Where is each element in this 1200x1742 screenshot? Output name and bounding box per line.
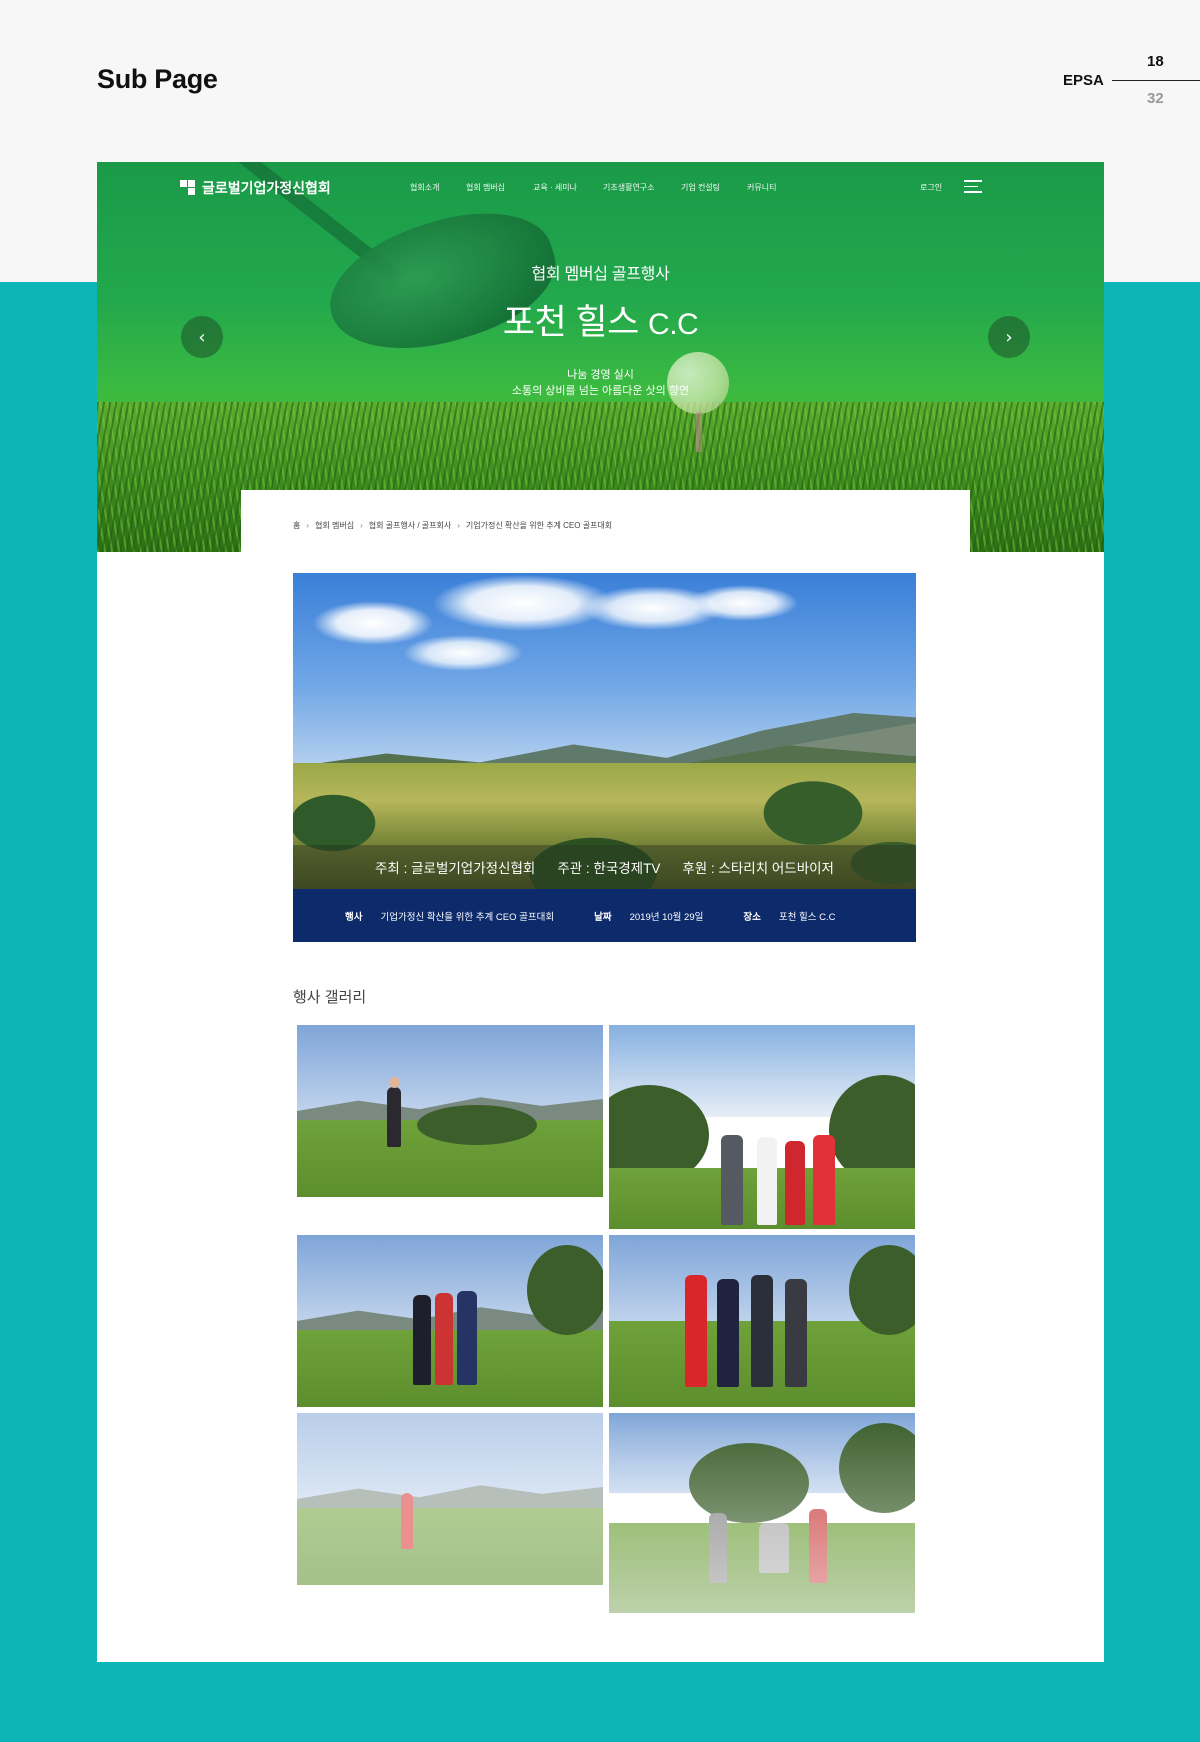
event-value: 기업가정신 확산을 위한 추계 CEO 골프대회 <box>380 911 555 923</box>
event-info-bar: 행사 기업가정신 확산을 위한 추계 CEO 골프대회 날짜 2019년 10월… <box>293 889 916 942</box>
menu-item-education[interactable]: 교육 · 세미나 <box>533 182 603 193</box>
golf-course-photo: 주최 : 글로벌기업가정신협회 주관 : 한국경제TV 후원 : 스타리치 어드… <box>293 573 916 889</box>
gallery-photo-1[interactable] <box>297 1025 603 1197</box>
breadcrumb-current: 기업가정신 확산을 위한 추계 CEO 골프대회 <box>465 521 613 530</box>
hero-title-suffix: C.C <box>648 308 699 341</box>
caption-host: 주최 : 글로벌기업가정신협회 <box>375 861 536 876</box>
breadcrumb-item[interactable]: 협회 멤버십 <box>315 520 354 531</box>
date-label: 날짜 <box>594 911 612 923</box>
next-slide-button[interactable]: › <box>988 316 1030 358</box>
gallery-title: 행사 갤러리 <box>293 989 367 1006</box>
gallery-photo-5[interactable] <box>297 1413 603 1585</box>
content-panel: 홈 › 협회 멤버십 › 협회 골프행사 / 골프회사 › 기업가정신 확산을 … <box>241 490 970 1662</box>
menu-item-membership[interactable]: 협회 멤버십 <box>466 182 533 193</box>
golf-tee-image <box>696 412 702 452</box>
photo-caption: 주최 : 글로벌기업가정신협회 주관 : 한국경제TV 후원 : 스타리치 어드… <box>293 845 916 889</box>
hero-desc-line2: 소통의 상비를 넘는 아름다운 삿의 향연 <box>511 385 690 397</box>
gallery-photo-6[interactable] <box>609 1413 915 1613</box>
logo-icon <box>180 180 196 196</box>
caption-sponsor: 후원 : 스타리치 어드바이저 <box>682 861 834 876</box>
top-navigation: 글로벌기업가정신협회 협회소개 협회 멤버십 교육 · 세미나 기초생활연구소 … <box>97 162 1104 212</box>
login-link[interactable]: 로그인 <box>920 182 942 193</box>
menu-item-community[interactable]: 커뮤니티 <box>747 182 807 193</box>
gallery-photo-4[interactable] <box>609 1235 915 1407</box>
breadcrumb: 홈 › 협회 멤버십 › 협회 골프행사 / 골프회사 › 기업가정신 확산을 … <box>293 520 612 531</box>
breadcrumb-home[interactable]: 홈 <box>293 520 300 531</box>
place-value: 포천 힐스 C.C <box>778 911 836 923</box>
date-value: 2019년 10월 29일 <box>629 911 704 923</box>
hero-text: 협회 멤버십 골프행사 포천 힐스 C.C 나눔 경영 실시 소통의 상비를 넘… <box>97 260 1104 399</box>
event-info-place: 장소 포천 힐스 C.C <box>743 909 835 923</box>
event-info-event: 행사 기업가정신 확산을 위한 추계 CEO 골프대회 <box>345 909 554 923</box>
event-label: 행사 <box>345 911 363 923</box>
place-label: 장소 <box>743 911 761 923</box>
brand-label: EPSA <box>1063 72 1104 89</box>
page-current: 18 <box>1147 53 1164 70</box>
chevron-right-icon: › <box>306 521 310 530</box>
gallery-photo-2[interactable] <box>609 1025 915 1229</box>
hero-title: 포천 힐스 C.C <box>97 294 1104 345</box>
logo-text: 글로벌기업가정신협회 <box>202 180 331 196</box>
breadcrumb-item[interactable]: 협회 골프행사 / 골프회사 <box>369 520 452 531</box>
hero-subtitle: 협회 멤버십 골프행사 <box>531 266 670 283</box>
main-menu: 협회소개 협회 멤버십 교육 · 세미나 기초생활연구소 기업 컨설팅 커뮤니티 <box>410 182 807 193</box>
chevron-left-icon: ‹ <box>198 326 206 348</box>
menu-icon[interactable] <box>964 180 982 194</box>
menu-item-research[interactable]: 기초생활연구소 <box>603 182 681 193</box>
caption-organizer: 주관 : 한국경제TV <box>557 861 661 876</box>
event-info-date: 날짜 2019년 10월 29일 <box>594 909 703 923</box>
site-logo[interactable]: 글로벌기업가정신협회 <box>180 178 331 198</box>
website-mockup: 글로벌기업가정신협회 협회소개 협회 멤버십 교육 · 세미나 기초생활연구소 … <box>97 162 1104 1662</box>
page-divider <box>1112 80 1200 81</box>
hero-description: 나눔 경영 실시 소통의 상비를 넘는 아름다운 삿의 향연 <box>97 367 1104 399</box>
gallery-photo-3[interactable] <box>297 1235 603 1407</box>
menu-item-about[interactable]: 협회소개 <box>410 182 466 193</box>
hero-desc-line1: 나눔 경영 실시 <box>567 369 634 381</box>
page-total: 32 <box>1147 90 1164 107</box>
presentation-title: Sub Page <box>97 64 218 94</box>
menu-item-consulting[interactable]: 기업 컨설팅 <box>681 182 747 193</box>
prev-slide-button[interactable]: ‹ <box>181 316 223 358</box>
hero-title-main: 포천 힐스 <box>502 303 640 342</box>
chevron-right-icon: › <box>457 521 460 530</box>
chevron-right-icon: › <box>1005 326 1013 348</box>
chevron-right-icon: › <box>360 521 363 530</box>
